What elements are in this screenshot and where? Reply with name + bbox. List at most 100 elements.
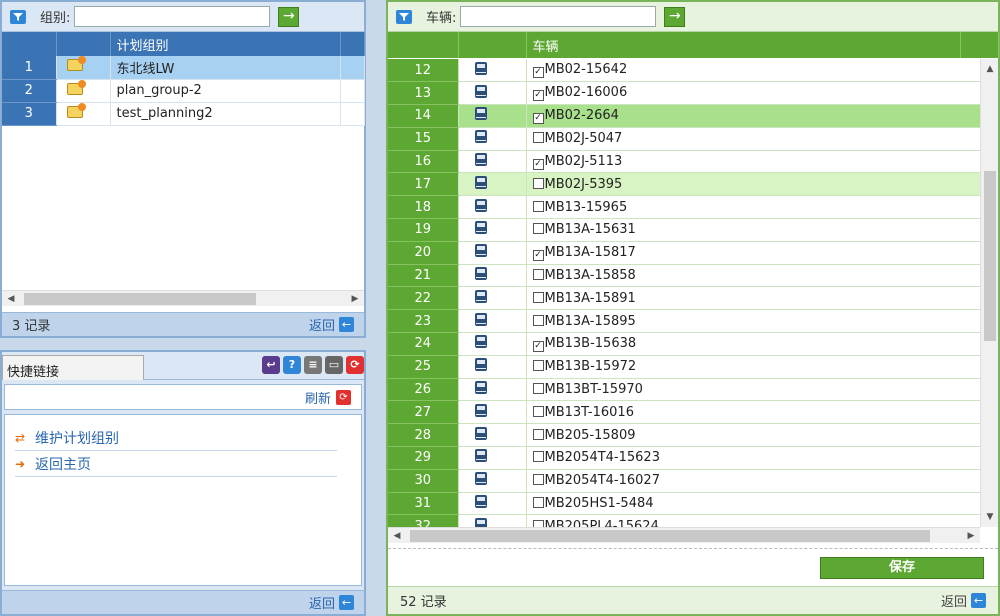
scroll-left-icon[interactable]: ◀ — [390, 528, 404, 544]
table-row[interactable]: 19 MB13A-15631 — [388, 218, 982, 242]
scroll-thumb[interactable] — [24, 293, 256, 305]
save-button[interactable]: 保存 — [820, 557, 984, 579]
table-row[interactable]: 17 MB02J-5395 — [388, 172, 982, 197]
vehicle-checkbox[interactable]: ✓ — [532, 158, 544, 170]
vehicle-name[interactable]: MB13BT-15970 — [545, 382, 643, 397]
vehicle-vertical-scrollbar[interactable]: ▲ ▼ — [980, 59, 998, 527]
vehicle-filter-go-button[interactable]: → — [664, 6, 686, 27]
vehicle-checkbox[interactable] — [532, 291, 544, 303]
header-plan-group[interactable]: 计划组别 — [110, 32, 341, 56]
table-row[interactable]: 32 MB205PL4-15624 — [388, 514, 982, 527]
tab-quick-links[interactable]: 快捷链接 — [2, 355, 144, 380]
quick-back-button[interactable]: 返回 ← — [309, 593, 354, 612]
vehicle-checkbox[interactable] — [532, 269, 544, 281]
plan-group-name[interactable]: 东北线LW — [110, 56, 341, 80]
scroll-left-icon[interactable]: ◀ — [4, 291, 18, 307]
table-row[interactable]: 20 ✓ MB13A-15817 — [388, 241, 982, 265]
vehicle-checkbox[interactable]: ✓ — [532, 112, 544, 124]
table-row[interactable]: 24 ✓ MB13B-15638 — [388, 332, 982, 356]
table-row[interactable]: 30 MB2054T4-16027 — [388, 469, 982, 493]
vehicle-checkbox[interactable] — [532, 132, 544, 144]
vehicle-horizontal-scrollbar[interactable]: ◀ ▶ — [388, 527, 980, 543]
table-row[interactable]: 23 MB13A-15895 — [388, 309, 982, 334]
filter-icon[interactable] — [10, 9, 26, 24]
table-row[interactable]: 2 plan_group-2 — [2, 79, 365, 103]
vehicle-name[interactable]: MB02-16006 — [545, 85, 628, 100]
vehicle-checkbox[interactable] — [532, 223, 544, 235]
vehicle-name[interactable]: MB02J-5113 — [545, 154, 623, 169]
quick-link-label[interactable]: 维护计划组别 — [35, 428, 119, 448]
group-back-button[interactable]: 返回 ← — [309, 315, 354, 334]
scroll-thumb[interactable] — [410, 530, 930, 542]
vehicle-checkbox[interactable] — [532, 314, 544, 326]
vehicle-name[interactable]: MB13A-15891 — [545, 291, 636, 306]
vehicle-name[interactable]: MB13B-15638 — [545, 336, 637, 351]
vehicle-checkbox[interactable] — [532, 451, 544, 463]
group-filter-input[interactable] — [74, 6, 271, 27]
vehicle-name[interactable]: MB13A-15817 — [545, 245, 636, 260]
scroll-thumb[interactable] — [984, 171, 996, 341]
group-edit-icon[interactable] — [66, 102, 86, 118]
table-row[interactable]: 22 MB13A-15891 — [388, 286, 982, 311]
table-row[interactable]: 14 ✓ MB02-2664 — [388, 104, 982, 128]
return-icon[interactable]: ↩ — [262, 356, 280, 374]
table-row[interactable]: 25 MB13B-15972 — [388, 355, 982, 379]
vehicle-checkbox[interactable]: ✓ — [532, 249, 544, 261]
table-row[interactable]: 31 MB205HS1-5484 — [388, 492, 982, 516]
vehicle-name[interactable]: MB13B-15972 — [545, 359, 637, 374]
group-filter-go-button[interactable]: → — [278, 6, 300, 27]
vehicle-checkbox[interactable] — [532, 519, 544, 527]
scroll-right-icon[interactable]: ▶ — [348, 291, 362, 307]
vehicle-name[interactable]: MB13A-15631 — [545, 222, 636, 237]
table-row[interactable]: 27 MB13T-16016 — [388, 400, 982, 425]
quick-link-item[interactable]: ➜ 返回主页 — [15, 451, 337, 477]
vehicle-name[interactable]: MB205PL4-15624 — [545, 519, 659, 527]
vehicle-filter-input[interactable] — [460, 6, 657, 27]
vehicle-checkbox[interactable] — [532, 177, 544, 189]
quick-link-label[interactable]: 返回主页 — [35, 454, 91, 474]
vehicle-name[interactable]: MB205-15809 — [545, 428, 636, 443]
plan-group-name[interactable]: test_planning2 — [110, 102, 341, 126]
vehicle-checkbox[interactable]: ✓ — [532, 340, 544, 352]
vehicle-checkbox[interactable] — [532, 200, 544, 212]
vehicle-checkbox[interactable] — [532, 497, 544, 509]
table-row[interactable]: 13 ✓ MB02-16006 — [388, 81, 982, 106]
vehicle-checkbox[interactable] — [532, 383, 544, 395]
refresh-icon[interactable]: ⟳ — [346, 356, 364, 374]
vehicle-back-button[interactable]: 返回 ← — [941, 591, 986, 610]
table-row[interactable]: 28 MB205-15809 — [388, 423, 982, 448]
vehicle-name[interactable]: MB02-2664 — [545, 108, 619, 123]
vehicle-checkbox[interactable] — [532, 474, 544, 486]
vehicle-name[interactable]: MB13T-16016 — [545, 405, 634, 420]
vehicle-checkbox[interactable] — [532, 360, 544, 372]
table-row[interactable]: 12 ✓ MB02-15642 — [388, 59, 982, 83]
vehicle-checkbox[interactable]: ✓ — [532, 67, 544, 79]
quick-link-item[interactable]: ⇄ 维护计划组别 — [15, 425, 337, 451]
table-row[interactable]: 21 MB13A-15858 — [388, 264, 982, 288]
vehicle-checkbox[interactable] — [532, 405, 544, 417]
minimize-icon[interactable]: ▭ — [325, 356, 343, 374]
vehicle-name[interactable]: MB13-15965 — [545, 200, 628, 215]
table-row[interactable]: 3 test_planning2 — [2, 102, 365, 126]
help-icon[interactable]: ? — [283, 356, 301, 374]
vehicle-name[interactable]: MB2054T4-16027 — [545, 473, 660, 488]
table-row[interactable]: 15 MB02J-5047 — [388, 127, 982, 151]
table-row[interactable]: 26 MB13BT-15970 — [388, 378, 982, 402]
group-edit-icon[interactable] — [66, 56, 86, 72]
vehicle-name[interactable]: MB13A-15858 — [545, 268, 636, 283]
header-vehicle[interactable]: 车辆 — [526, 32, 961, 58]
vehicle-name[interactable]: MB02-15642 — [545, 62, 628, 77]
group-edit-icon[interactable] — [66, 79, 86, 95]
vehicle-checkbox[interactable] — [532, 428, 544, 440]
filter-icon[interactable] — [396, 9, 412, 24]
table-row[interactable]: 18 MB13-15965 — [388, 195, 982, 220]
scroll-down-icon[interactable]: ▼ — [981, 509, 999, 525]
vehicle-name[interactable]: MB02J-5047 — [545, 131, 623, 146]
scroll-right-icon[interactable]: ▶ — [964, 528, 978, 544]
vehicle-name[interactable]: MB13A-15895 — [545, 314, 636, 329]
refresh-button[interactable]: 刷新 ⟳ — [4, 384, 362, 410]
vehicle-name[interactable]: MB205HS1-5484 — [545, 496, 654, 511]
notes-icon[interactable]: ≡ — [304, 356, 322, 374]
group-horizontal-scrollbar[interactable]: ◀ ▶ — [2, 290, 364, 306]
plan-group-name[interactable]: plan_group-2 — [110, 79, 341, 103]
